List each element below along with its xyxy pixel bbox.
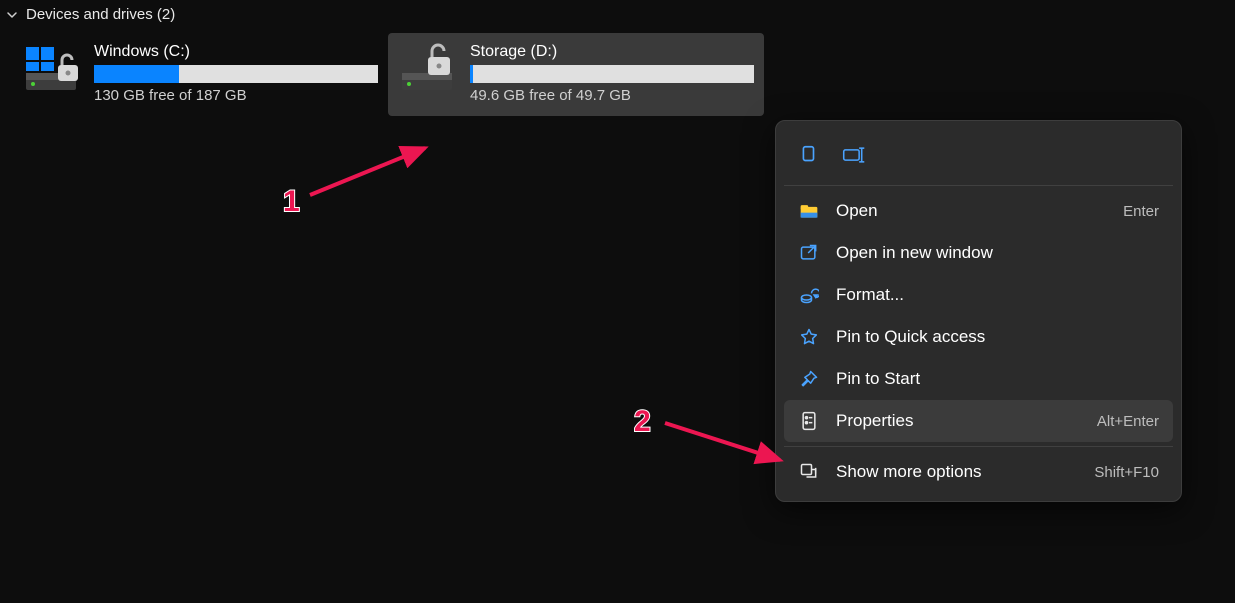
- drive-free-text: 130 GB free of 187 GB: [94, 87, 378, 104]
- menu-item-label: Pin to Start: [836, 369, 1143, 389]
- format-icon: [798, 284, 820, 306]
- windows-drive-icon: [22, 43, 84, 95]
- section-title: Devices and drives (2): [26, 6, 175, 23]
- menu-item-label: Format...: [836, 285, 1143, 305]
- folder-icon: [798, 200, 820, 222]
- separator: [784, 185, 1173, 186]
- menu-item-open-new-window[interactable]: Open in new window: [784, 232, 1173, 274]
- drive-usage-fill: [470, 65, 473, 83]
- annotation-arrow-icon: [660, 415, 790, 470]
- menu-item-open[interactable]: Open Enter: [784, 190, 1173, 232]
- annotation-arrow-icon: [305, 140, 435, 200]
- menu-item-label: Pin to Quick access: [836, 327, 1143, 347]
- menu-item-label: Show more options: [836, 462, 1078, 482]
- open-new-window-icon: [798, 242, 820, 264]
- annotation-number: 1: [283, 185, 300, 219]
- drive-usage-fill: [94, 65, 179, 83]
- properties-icon: [798, 410, 820, 432]
- menu-item-format[interactable]: Format...: [784, 274, 1173, 316]
- annotation-number: 2: [634, 405, 651, 439]
- menu-item-properties[interactable]: Properties Alt+Enter: [784, 400, 1173, 442]
- drives-list: Windows (C:) 130 GB free of 187 GB Stora…: [0, 33, 1235, 116]
- pin-icon: [798, 368, 820, 390]
- separator: [784, 446, 1173, 447]
- menu-item-label: Open in new window: [836, 243, 1143, 263]
- rename-icon[interactable]: [840, 141, 868, 169]
- drive-name: Storage (D:): [470, 43, 754, 61]
- menu-item-shortcut: Alt+Enter: [1097, 413, 1159, 430]
- menu-item-label: Properties: [836, 411, 1081, 431]
- section-header[interactable]: Devices and drives (2): [0, 0, 1235, 33]
- menu-item-shortcut: Shift+F10: [1094, 464, 1159, 481]
- menu-item-pin-start[interactable]: Pin to Start: [784, 358, 1173, 400]
- drive-name: Windows (C:): [94, 43, 378, 61]
- drive-item[interactable]: Storage (D:) 49.6 GB free of 49.7 GB: [388, 33, 764, 116]
- chevron-down-icon: [4, 7, 20, 23]
- drive-icon: [398, 43, 460, 95]
- drive-usage-bar: [470, 65, 754, 83]
- drive-usage-bar: [94, 65, 378, 83]
- more-options-icon: [798, 461, 820, 483]
- menu-item-pin-quick-access[interactable]: Pin to Quick access: [784, 316, 1173, 358]
- menu-item-shortcut: Enter: [1123, 203, 1159, 220]
- context-menu-toolbar: [784, 129, 1173, 181]
- copy-icon[interactable]: [794, 141, 822, 169]
- menu-item-label: Open: [836, 201, 1107, 221]
- context-menu: Open Enter Open in new window Format...: [775, 120, 1182, 502]
- menu-item-show-more-options[interactable]: Show more options Shift+F10: [784, 451, 1173, 493]
- drive-free-text: 49.6 GB free of 49.7 GB: [470, 87, 754, 104]
- drive-item[interactable]: Windows (C:) 130 GB free of 187 GB: [12, 33, 388, 116]
- star-icon: [798, 326, 820, 348]
